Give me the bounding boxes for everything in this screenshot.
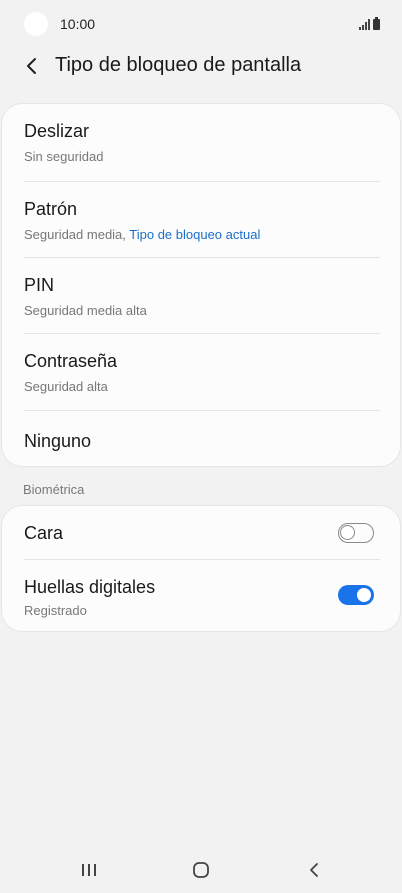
camera-cutout [24,12,48,36]
navigation-bar [0,845,402,893]
lock-option-subtitle: Seguridad media alta [24,303,147,318]
biometric-item-cara[interactable]: Cara [2,506,400,559]
chevron-left-icon [27,58,36,74]
status-time: 10:00 [60,16,96,32]
back-icon [310,863,318,877]
recents-icon [82,864,96,876]
signal-icon [359,18,370,30]
lock-type-list: Deslizar Sin seguridad Patrón Seguridad … [2,104,400,466]
status-bar: 10:00 [0,0,402,48]
lock-option-title: Deslizar [24,121,90,141]
lock-option-patron[interactable]: Patrón Seguridad media, Tipo de bloqueo … [2,182,400,258]
biometric-item-huellas[interactable]: Huellas digitales Registrado [2,560,400,631]
recents-button[interactable] [74,855,104,885]
lock-option-ninguno[interactable]: Ninguno [2,411,400,466]
current-lock-label: Tipo de bloqueo actual [129,227,261,242]
back-button[interactable] [18,52,46,80]
page-title: Tipo de bloqueo de pantalla [55,54,302,76]
lock-option-deslizar[interactable]: Deslizar Sin seguridad [2,104,400,181]
lock-option-security: Seguridad media, [24,227,130,242]
nav-back-button[interactable] [299,855,329,885]
home-icon [193,862,209,878]
lock-option-title: PIN [24,275,55,295]
battery-icon [373,17,380,30]
toggle-knob [355,586,373,604]
home-button[interactable] [186,855,216,885]
lock-option-title: Patrón [24,199,78,219]
lock-option-subtitle: Sin seguridad [24,149,104,164]
biometrics-list: Cara Huellas digitales Registrado [2,506,400,631]
lock-option-title: Ninguno [24,431,92,451]
status-icons [359,16,380,30]
header: Tipo de bloqueo de pantalla [0,46,402,88]
fingerprint-toggle[interactable] [338,585,374,605]
lock-option-title: Contraseña [24,351,118,371]
biometric-title: Huellas digitales [24,577,156,597]
lock-option-subtitle: Seguridad alta [24,379,108,394]
face-toggle[interactable] [338,523,374,543]
biometric-title: Cara [24,523,64,543]
lock-option-subtitle: Seguridad media, Tipo de bloqueo actual [24,227,260,242]
section-label-biometrics: Biométrica [23,482,85,497]
lock-option-pin[interactable]: PIN Seguridad media alta [2,258,400,334]
biometric-subtitle: Registrado [24,603,87,618]
lock-option-contrasena[interactable]: Contraseña Seguridad alta [2,334,400,410]
toggle-knob [340,525,355,540]
